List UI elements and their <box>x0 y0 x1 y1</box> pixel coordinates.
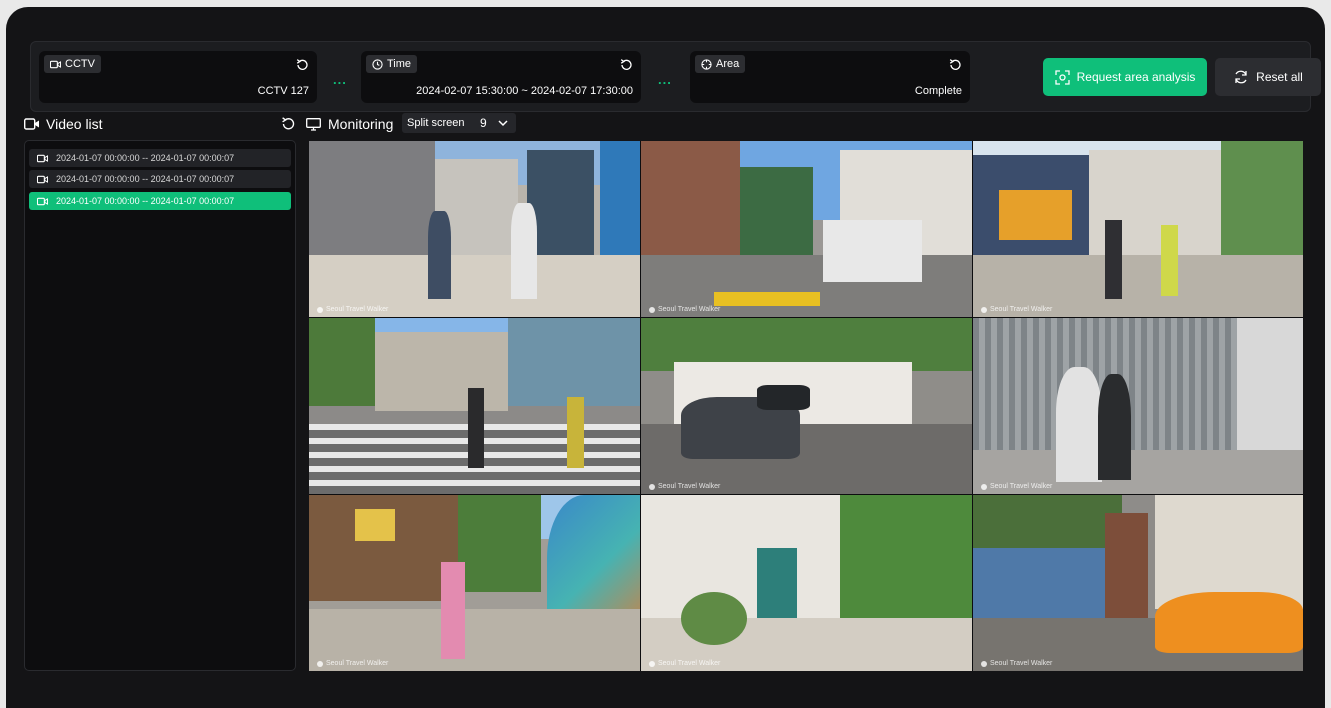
time-value: 2024-02-07 15:30:00 ~ 2024-02-07 17:30:0… <box>416 85 633 97</box>
camera-watermark: Seoul Travel Walker <box>649 660 720 667</box>
cctv-reset-icon[interactable] <box>295 58 309 72</box>
camera-feed-3[interactable]: Seoul Travel Walker <box>973 141 1303 317</box>
area-label: Area <box>716 58 740 70</box>
camera-watermark: Seoul Travel Walker <box>649 483 720 490</box>
reset-all-button[interactable]: Reset all <box>1215 58 1321 96</box>
refresh-icon <box>1235 70 1247 84</box>
camera-icon <box>37 175 48 183</box>
request-area-analysis-button[interactable]: Request area analysis <box>1043 58 1207 96</box>
camera-feed-2[interactable]: Seoul Travel Walker <box>641 141 972 317</box>
camera-feed-7[interactable]: Seoul Travel Walker <box>309 495 640 671</box>
camera-feed-4[interactable] <box>309 318 640 494</box>
area-filter[interactable]: Area Complete <box>690 51 970 103</box>
video-list-item-label: 2024-01-07 00:00:00 -- 2024-01-07 00:00:… <box>56 196 235 206</box>
video-list-reset-icon[interactable] <box>280 116 296 132</box>
camera-feed-9[interactable]: Seoul Travel Walker <box>973 495 1303 671</box>
video-list-item[interactable]: 2024-01-07 00:00:00 -- 2024-01-07 00:00:… <box>29 149 291 167</box>
camera-feed-1[interactable]: Seoul Travel Walker <box>309 141 640 317</box>
video-list-title: Video list <box>46 116 103 132</box>
area-chip: Area <box>695 55 746 73</box>
cctv-filter[interactable]: CCTV CCTV 127 <box>39 51 317 103</box>
video-list-panel: 2024-01-07 00:00:00 -- 2024-01-07 00:00:… <box>24 140 296 671</box>
camera-watermark: Seoul Travel Walker <box>981 660 1052 667</box>
time-label: Time <box>387 58 412 70</box>
camera-watermark: Seoul Travel Walker <box>649 306 720 313</box>
clock-icon <box>372 58 383 70</box>
video-grid: Seoul Travel Walker Seoul Travel Walker … <box>309 141 1303 671</box>
request-area-analysis-label: Request area analysis <box>1076 70 1196 84</box>
area-reset-icon[interactable] <box>948 58 962 72</box>
chevron-down-icon <box>498 120 508 127</box>
reset-all-label: Reset all <box>1256 70 1303 84</box>
cctv-value: CCTV 127 <box>257 85 309 97</box>
camera-watermark: Seoul Travel Walker <box>981 483 1052 490</box>
camera-watermark: Seoul Travel Walker <box>981 306 1052 313</box>
split-screen-label: Split screen <box>407 117 465 129</box>
separator-dots: ... <box>658 72 672 87</box>
video-list-header: Video list <box>24 114 296 134</box>
video-list-item-label: 2024-01-07 00:00:00 -- 2024-01-07 00:00:… <box>56 153 235 163</box>
camera-feed-6[interactable]: Seoul Travel Walker <box>973 318 1303 494</box>
time-filter[interactable]: Time 2024-02-07 15:30:00 ~ 2024-02-07 17… <box>361 51 641 103</box>
app-window: CCTV CCTV 127 ... Time 2024-02-07 15:30:… <box>6 7 1325 708</box>
video-list-item[interactable]: 2024-01-07 00:00:00 -- 2024-01-07 00:00:… <box>29 170 291 188</box>
target-icon <box>701 58 712 70</box>
camera-feed-5[interactable]: Seoul Travel Walker <box>641 318 972 494</box>
cctv-chip: CCTV <box>44 55 101 73</box>
camera-feed-8[interactable]: Seoul Travel Walker <box>641 495 972 671</box>
video-list-item-label: 2024-01-07 00:00:00 -- 2024-01-07 00:00:… <box>56 174 235 184</box>
split-screen-value: 9 <box>480 116 487 130</box>
monitoring-title: Monitoring <box>328 116 394 132</box>
time-chip: Time <box>366 55 418 73</box>
scan-icon <box>1054 69 1070 85</box>
cctv-label: CCTV <box>65 58 95 70</box>
monitoring-header: Monitoring <box>306 114 393 134</box>
video-camera-icon <box>24 118 39 130</box>
monitor-icon <box>306 117 321 131</box>
split-screen-select[interactable]: Split screen 9 <box>402 113 516 133</box>
camera-icon <box>37 197 48 205</box>
camera-icon <box>50 60 61 68</box>
camera-icon <box>37 154 48 162</box>
video-list-item-active[interactable]: 2024-01-07 00:00:00 -- 2024-01-07 00:00:… <box>29 192 291 210</box>
camera-watermark: Seoul Travel Walker <box>317 660 388 667</box>
area-value: Complete <box>914 85 962 97</box>
separator-dots: ... <box>333 72 347 87</box>
camera-watermark: Seoul Travel Walker <box>317 306 388 313</box>
time-reset-icon[interactable] <box>619 58 633 72</box>
filter-bar: CCTV CCTV 127 ... Time 2024-02-07 15:30:… <box>30 41 1321 112</box>
